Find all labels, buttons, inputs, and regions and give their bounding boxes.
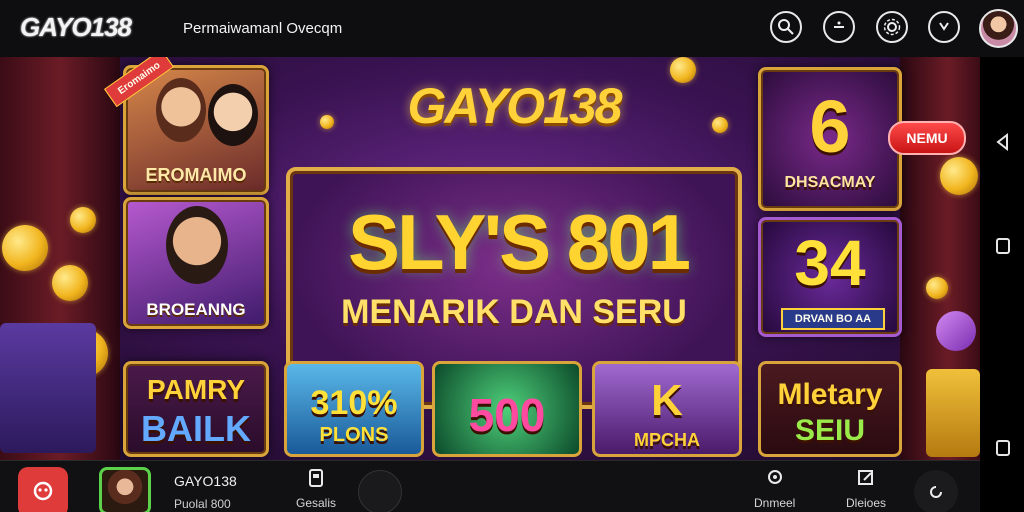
headline-wrap: SLY'S 801 [290,183,746,293]
refresh-button[interactable] [914,470,958,512]
tile-line-2: PLONS [319,424,389,446]
gift-box-icon [0,323,96,453]
promo-banner[interactable]: GAYO138 EROMAIMO Eromaimo BROEANNG PAMRY… [0,57,980,460]
chat-icon [767,470,782,484]
character-image [166,206,228,284]
tile-number: 6 [809,85,851,168]
bottom-subtitle: Puolal 800 [174,497,231,511]
headline: SLY'S 801 [348,198,691,286]
tile-line-1: 500 [468,389,546,441]
tablet-icon [309,469,323,487]
coin-icon [52,265,88,301]
clock-icon[interactable] [928,11,960,43]
gem-icon [936,311,976,351]
tile-line-2: MPCHA [634,430,700,450]
game-tile-3[interactable]: PAMRY BAILK [123,361,269,457]
item-label: Dnmeel [754,496,796,510]
subtitle: MENARIK DAN SERU [341,293,687,331]
jackpot-tile-2[interactable]: 34 DRVAN BO AA [758,217,902,337]
nav-title[interactable]: Permaiwamanl Ovecqm [183,20,342,37]
bottom-bar: GAYO138 Puolal 800 Gesalis Dnmeel Dleioe… [0,460,980,512]
tile-caption: BROEANNG [146,300,246,319]
item-label: Gesalis [296,496,337,510]
coin-icon [2,225,48,271]
home-circle-button[interactable] [358,470,402,512]
tablet-button[interactable]: Gesalis [296,469,336,510]
refresh-icon [930,486,942,498]
character-image [208,84,258,146]
item-label: Dleioes [846,496,887,510]
tile-line-1: Mletary [777,378,883,411]
coin-icon [926,277,948,299]
tile-line-1: PAMRY [147,374,245,405]
banner-brand-title: GAYO138 [407,78,623,134]
game-tile-2[interactable]: BROEANNG [123,197,269,329]
back-icon[interactable] [994,132,1012,156]
jackpot-tile-1[interactable]: 6 DHSACMAY [758,67,902,211]
promo-button[interactable]: NEMU [888,121,966,155]
bonus-tile-1[interactable]: 310% PLONS [284,361,424,457]
tile-number: 34 [794,227,866,299]
tile-line-2: BAILK [141,408,251,449]
search-icon[interactable] [770,11,802,43]
home-icon[interactable] [994,237,1012,260]
coin-icon [940,157,978,195]
coin-icon [70,207,96,233]
tile-caption: DRVAN BO AA [781,308,885,330]
minus-icon[interactable] [823,11,855,43]
settings-icon[interactable] [876,11,908,43]
recents-icon[interactable] [994,439,1012,462]
system-navigation [980,57,1024,512]
gold-box-icon [926,369,980,457]
avatar[interactable] [979,9,1018,48]
bonus-tile-2[interactable]: 500 [432,361,582,457]
tile-line-1: 310% [310,384,398,422]
app-icon[interactable] [18,467,68,512]
bottom-title: GAYO138 [174,473,237,489]
game-thumbnail[interactable] [99,467,151,512]
edit-icon [858,470,874,485]
top-bar: GAYO138 Permaiwamanl Ovecqm [0,0,1024,57]
bonus-tile-3[interactable]: K MPCHA [592,361,742,457]
tile-caption: DHSACMAY [784,174,876,191]
tile-caption: EROMAIMO [145,165,247,185]
chat-button[interactable]: Dnmeel [754,469,795,510]
character-image [156,78,206,142]
tile-line-1: K [651,376,683,425]
edit-button[interactable]: Dleioes [846,469,886,510]
app-logo[interactable]: GAYO138 [20,12,132,43]
tile-line-2: SEIU [794,414,866,447]
bonus-tile-4[interactable]: Mletary SEIU [758,361,902,457]
